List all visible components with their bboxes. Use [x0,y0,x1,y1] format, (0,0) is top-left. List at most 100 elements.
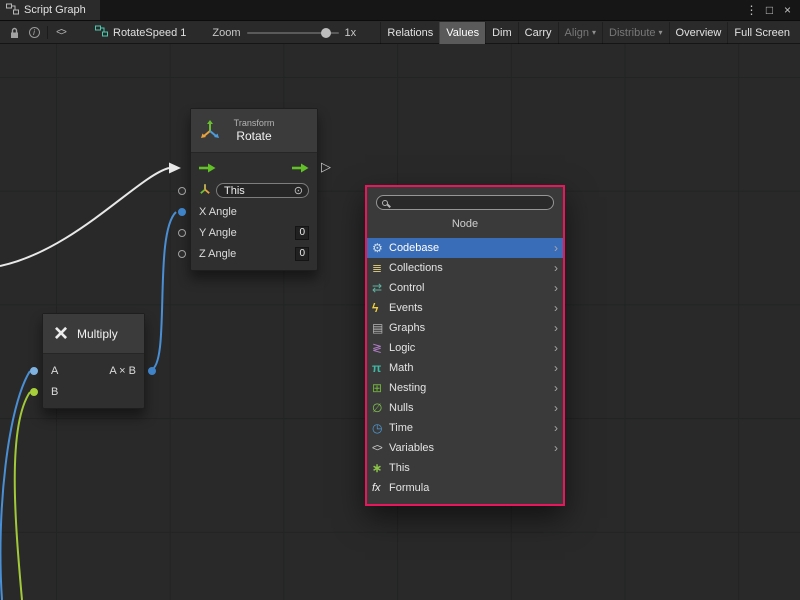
chevron-right-icon: › [554,301,558,315]
chevron-down-icon: ▾ [592,28,596,37]
info-icon[interactable]: i [24,22,44,44]
finder-item-nesting[interactable]: ⊞ Nesting › [367,378,563,398]
output-port[interactable] [148,367,156,375]
overview-button[interactable]: Overview [669,22,728,44]
nesting-icon: ⊞ [372,381,389,395]
tab-script-graph[interactable]: Script Graph [0,0,100,20]
graph-breadcrumb[interactable]: RotateSpeed 1 [95,25,186,40]
y-angle-row: Y Angle 0 [191,222,317,243]
this-dropdown[interactable]: This ⊙ [216,183,309,198]
code-preview-icon[interactable]: <> [51,22,71,44]
finder-item-math[interactable]: π Math › [367,358,563,378]
this-icon: ∗ [372,461,389,475]
finder-item-graphs[interactable]: ▤ Graphs › [367,318,563,338]
chevron-right-icon: › [554,261,558,275]
flow-input-port[interactable] [199,163,216,176]
events-icon: ϟ [372,301,389,315]
align-button[interactable]: Align ▾ [558,22,602,44]
finder-item-this[interactable]: ∗ This [367,458,563,478]
dim-button[interactable]: Dim [485,22,518,44]
input-b-port[interactable] [30,388,38,396]
finder-item-control[interactable]: ⇄ Control › [367,278,563,298]
lock-icon[interactable] [4,22,24,44]
z-angle-port[interactable] [178,250,186,258]
input-b-label: B [51,386,58,398]
zoom-slider-knob[interactable] [321,28,331,38]
this-row: This ⊙ [191,180,317,201]
chevron-right-icon: › [554,281,558,295]
values-button[interactable]: Values [439,22,485,44]
wire-arrowhead-icon [169,163,181,174]
z-angle-row: Z Angle 0 [191,243,317,264]
node-header[interactable]: × Multiply [43,314,144,354]
toolbar-button-group: Relations Values Dim Carry Align ▾ Distr… [380,22,796,44]
node-finder-popup: Node ⚙ Codebase › ≣ Collections › ⇄ Cont… [365,185,565,506]
finder-item-formula[interactable]: fx Formula [367,478,563,498]
finder-item-events[interactable]: ϟ Events › [367,298,563,318]
chevron-right-icon: › [554,361,558,375]
wire-multiply-to-xangle[interactable] [151,212,176,370]
graph-canvas[interactable]: Transform Rotate [0,44,800,600]
finder-item-variables[interactable]: <> Variables › [367,438,563,458]
zoom-slider[interactable] [247,32,339,34]
formula-icon: fx [372,482,389,494]
finder-item-time[interactable]: ◷ Time › [367,418,563,438]
chevron-right-icon: › [554,441,558,455]
node-search-field[interactable] [376,195,554,210]
graph-name: RotateSpeed 1 [113,27,186,39]
z-angle-input[interactable]: 0 [295,247,309,261]
this-port[interactable] [178,187,186,195]
finder-item-logic[interactable]: ≷ Logic › [367,338,563,358]
chevron-down-icon: ▾ [659,28,663,37]
toolbar-separator [47,26,48,39]
z-angle-label: Z Angle [199,248,236,260]
wire-to-input-b[interactable] [15,392,30,600]
target-picker-icon[interactable]: ⊙ [294,184,303,197]
chevron-right-icon: › [554,421,558,435]
finder-item-nulls[interactable]: ∅ Nulls › [367,398,563,418]
carry-button[interactable]: Carry [518,22,558,44]
node-title: Multiply [77,327,118,341]
chevron-right-icon: › [554,321,558,335]
node-category: Transform [234,118,275,128]
node-body: A A × B B [43,354,144,408]
graphs-icon: ▤ [372,321,389,335]
wire-control-input[interactable] [0,168,169,266]
node-search-input[interactable] [393,196,548,209]
flow-output-port[interactable] [292,163,309,176]
transform-rotate-node[interactable]: Transform Rotate [190,108,318,271]
x-angle-label: X Angle [199,206,237,218]
graph-toolbar: i <> RotateSpeed 1 Zoom 1x Relations Val… [0,22,800,44]
time-icon: ◷ [372,421,389,435]
transform-mini-icon [199,183,211,198]
maximize-icon[interactable]: □ [762,3,777,17]
multiply-node[interactable]: × Multiply A A × B B [42,313,145,409]
tab-title: Script Graph [24,4,86,16]
finder-item-collections[interactable]: ≣ Collections › [367,258,563,278]
tab-bar: Script Graph ⋮ □ × [0,0,800,21]
relations-button[interactable]: Relations [380,22,439,44]
input-a-port[interactable] [30,367,38,375]
collections-icon: ≣ [372,261,389,275]
unity-script-graph-window: Script Graph ⋮ □ × i <> RotateSpeed 1 Zo… [0,0,800,600]
node-header[interactable]: Transform Rotate [191,109,317,153]
nulls-icon: ∅ [372,401,389,415]
close-icon[interactable]: × [780,3,795,17]
flow-row [191,159,317,180]
logic-icon: ≷ [372,341,389,355]
y-angle-input[interactable]: 0 [295,226,309,240]
y-angle-port[interactable] [178,229,186,237]
this-dropdown-value: This [224,185,294,197]
search-icon [382,200,388,206]
codebase-icon: ⚙ [372,241,389,255]
x-angle-port[interactable] [178,208,186,216]
zoom-value: 1x [345,27,357,39]
kebab-menu-icon[interactable]: ⋮ [744,3,759,17]
chevron-right-icon: › [554,401,558,415]
graph-unit-icon [95,25,108,40]
finder-item-codebase[interactable]: ⚙ Codebase › [367,238,563,258]
y-angle-label: Y Angle [199,227,237,239]
full-screen-button[interactable]: Full Screen [727,22,796,44]
distribute-button[interactable]: Distribute ▾ [602,22,668,44]
flow-output-connector-icon[interactable]: ▷ [321,160,331,174]
